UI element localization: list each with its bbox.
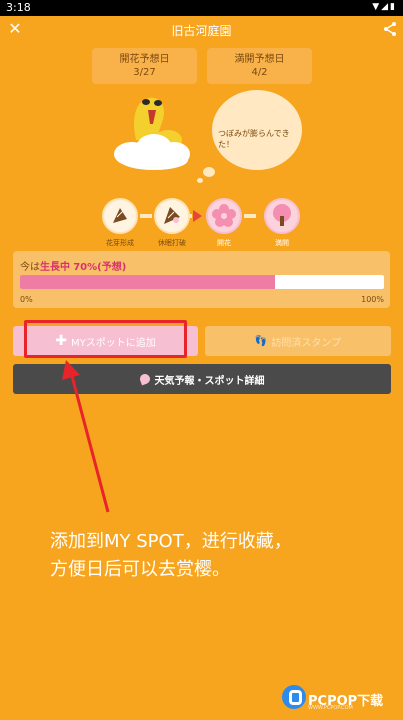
pcpop-logo-icon — [282, 685, 306, 709]
annotation-arrow — [62, 360, 110, 513]
watermark-sub: WWW.PCPOP.COM — [308, 705, 353, 711]
annotation-caption: 添加到MY SPOT，进行收藏， 方便日后可以去赏樱。 — [50, 531, 292, 580]
